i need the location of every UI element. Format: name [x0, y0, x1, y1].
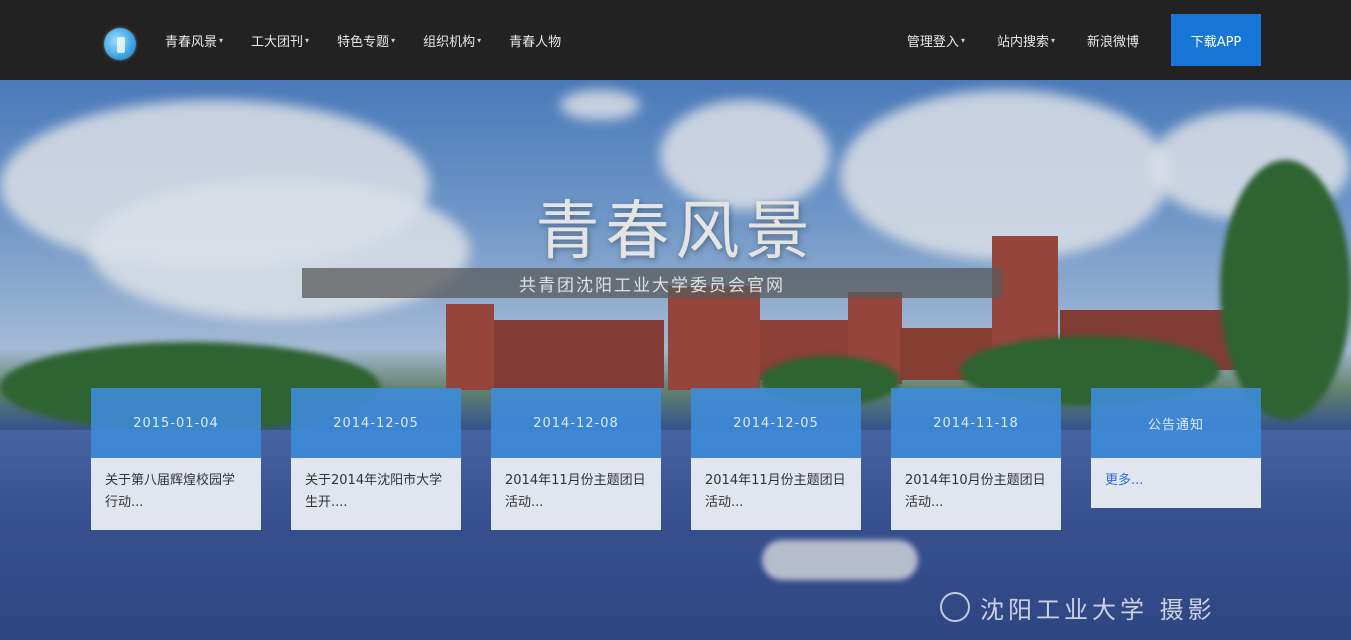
chevron-down-icon: ▾: [305, 35, 310, 45]
nav-item-label: 站内搜索: [996, 34, 1049, 50]
download-app-button[interactable]: 下载APP: [1171, 14, 1261, 66]
card-text: 2014年11月份主题团日活动...: [691, 458, 861, 530]
card-text: 2014年10月份主题团日活动...: [891, 458, 1061, 530]
nav-item-organization[interactable]: 组织机构 ▾: [423, 31, 481, 50]
nav-item-topics[interactable]: 特色专题 ▾: [337, 31, 395, 50]
nav-item-label: 特色专题: [337, 34, 390, 50]
chevron-down-icon: ▾: [391, 35, 396, 45]
news-card[interactable]: 2015-01-04 关于第八届辉煌校园学行动...: [91, 388, 261, 530]
chevron-down-icon: ▾: [960, 35, 965, 45]
card-text: 关于2014年沈阳市大学生开....: [291, 458, 461, 530]
nav-item-label: 青春风景: [165, 34, 218, 50]
notice-title: 公告通知: [1091, 388, 1261, 458]
top-navbar: 青春风景 ▾ 工大团刊 ▾ 特色专题 ▾ 组织机构 ▾ 青春人物 管理登入 ▾ …: [0, 0, 1351, 80]
news-card[interactable]: 2014-11-18 2014年10月份主题团日活动...: [891, 388, 1061, 530]
nav-item-login[interactable]: 管理登入 ▾: [907, 31, 965, 50]
hero-overlay: [0, 80, 1351, 640]
card-date: 2014-11-18: [891, 388, 1061, 458]
nav-item-label: 青春人物: [509, 34, 562, 50]
photo-watermark: 沈阳工业大学 摄影: [980, 596, 1216, 624]
hero-banner: 青春风景 共青团沈阳工业大学委员会官网 2015-01-04 关于第八届辉煌校园…: [0, 80, 1351, 640]
notice-card[interactable]: 公告通知 更多...: [1091, 388, 1261, 530]
card-date: 2014-12-05: [691, 388, 861, 458]
card-text: 2014年11月份主题团日活动...: [491, 458, 661, 530]
nav-right-menu: 管理登入 ▾ 站内搜索 ▾ 新浪微博 下载APP: [907, 0, 1261, 80]
nav-item-search[interactable]: 站内搜索 ▾: [997, 31, 1055, 50]
nav-item-scenery[interactable]: 青春风景 ▾: [165, 31, 223, 50]
card-date: 2014-12-08: [491, 388, 661, 458]
news-card[interactable]: 2014-12-05 2014年11月份主题团日活动...: [691, 388, 861, 530]
nav-item-label: 工大团刊: [251, 34, 304, 50]
card-text: 关于第八届辉煌校园学行动...: [91, 458, 261, 530]
nav-item-label: 新浪微博: [1086, 34, 1139, 50]
hero-title: 青春风景: [535, 195, 816, 269]
news-card[interactable]: 2014-12-05 关于2014年沈阳市大学生开....: [291, 388, 461, 530]
news-cards: 2015-01-04 关于第八届辉煌校园学行动... 2014-12-05 关于…: [91, 388, 1261, 530]
nav-item-label: 管理登入: [906, 34, 959, 50]
card-date: 2014-12-05: [291, 388, 461, 458]
nav-item-label: 组织机构: [423, 34, 476, 50]
nav-left-menu: 青春风景 ▾ 工大团刊 ▾ 特色专题 ▾ 组织机构 ▾ 青春人物: [165, 0, 589, 80]
chevron-down-icon: ▾: [1050, 35, 1055, 45]
chevron-down-icon: ▾: [219, 35, 224, 45]
notice-more-link[interactable]: 更多...: [1091, 458, 1261, 508]
site-logo-icon[interactable]: [104, 28, 136, 60]
card-date: 2015-01-04: [91, 388, 261, 458]
nav-item-people[interactable]: 青春人物: [509, 31, 561, 50]
news-card[interactable]: 2014-12-08 2014年11月份主题团日活动...: [491, 388, 661, 530]
watermark-seal-icon: [940, 592, 970, 622]
hero-subtitle: 共青团沈阳工业大学委员会官网: [302, 268, 1002, 298]
nav-item-weibo[interactable]: 新浪微博: [1087, 31, 1139, 50]
chevron-down-icon: ▾: [477, 35, 482, 45]
nav-item-journal[interactable]: 工大团刊 ▾: [251, 31, 309, 50]
